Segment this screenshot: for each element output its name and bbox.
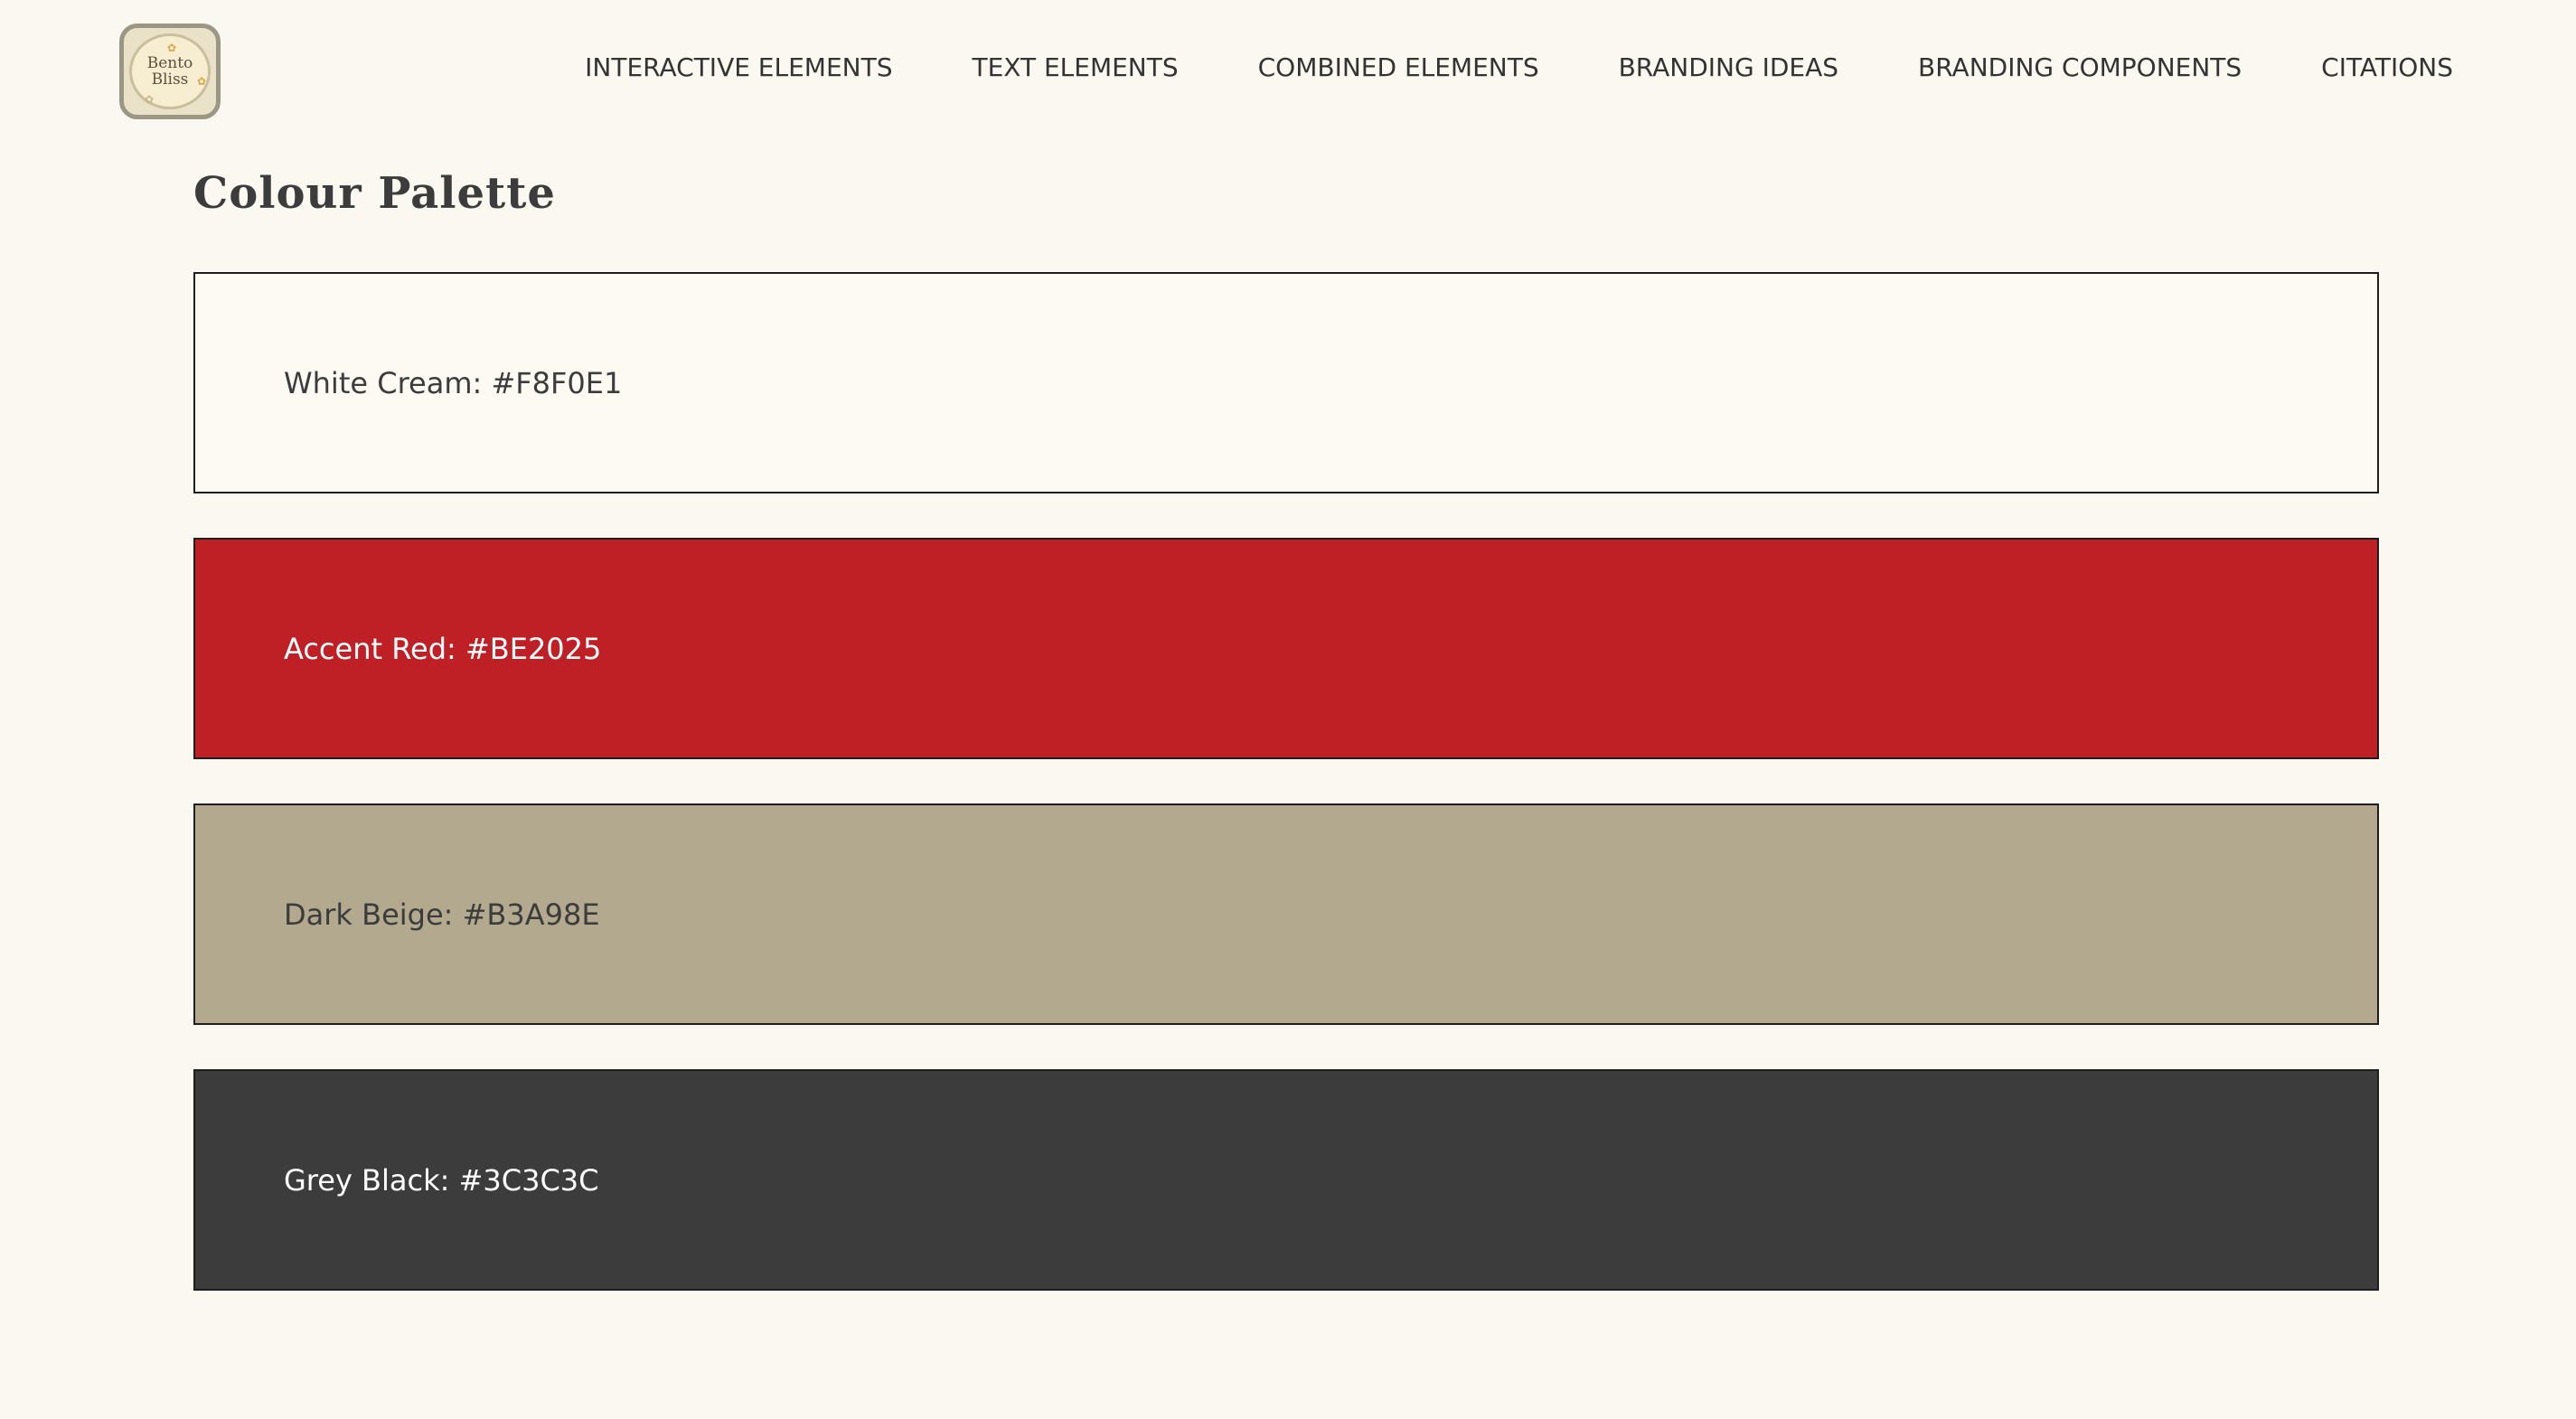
swatch-accent-red: Accent Red: #BE2025 bbox=[193, 538, 2379, 759]
nav-text-elements[interactable]: TEXT ELEMENTS bbox=[972, 52, 1178, 82]
flower-icon: ✿ bbox=[197, 75, 207, 88]
logo-text-line2: Bliss bbox=[151, 70, 189, 89]
swatch-white-cream: White Cream: #F8F0E1 bbox=[193, 272, 2379, 493]
swatch-label: White Cream: #F8F0E1 bbox=[284, 365, 623, 400]
nav-interactive-elements[interactable]: INTERACTIVE ELEMENTS bbox=[585, 52, 892, 82]
site-header: ✿ ✿ ✿ Bento Bliss INTERACTIVE ELEMENTS T… bbox=[0, 0, 2576, 136]
page-title: Colour Palette bbox=[193, 168, 556, 219]
nav-branding-ideas[interactable]: BRANDING IDEAS bbox=[1619, 52, 1838, 82]
swatch-dark-beige: Dark Beige: #B3A98E bbox=[193, 803, 2379, 1025]
nav-combined-elements[interactable]: COMBINED ELEMENTS bbox=[1258, 52, 1539, 82]
colour-swatch-list: White Cream: #F8F0E1 Accent Red: #BE2025… bbox=[193, 272, 2379, 1335]
nav-citations[interactable]: CITATIONS bbox=[2321, 52, 2453, 82]
flower-icon: ✿ bbox=[167, 42, 177, 54]
logo-text-line1: Bento bbox=[146, 54, 193, 72]
flower-icon: ✿ bbox=[145, 93, 155, 106]
main-nav: INTERACTIVE ELEMENTS TEXT ELEMENTS COMBI… bbox=[585, 52, 2453, 82]
bento-bliss-logo-icon[interactable]: ✿ ✿ ✿ Bento Bliss bbox=[119, 23, 221, 119]
swatch-label: Grey Black: #3C3C3C bbox=[284, 1162, 599, 1198]
swatch-grey-black: Grey Black: #3C3C3C bbox=[193, 1069, 2379, 1291]
swatch-label: Dark Beige: #B3A98E bbox=[284, 897, 600, 932]
nav-branding-components[interactable]: BRANDING COMPONENTS bbox=[1918, 52, 2242, 82]
logo-badge: ✿ ✿ ✿ Bento Bliss bbox=[129, 33, 211, 109]
swatch-label: Accent Red: #BE2025 bbox=[284, 631, 602, 666]
